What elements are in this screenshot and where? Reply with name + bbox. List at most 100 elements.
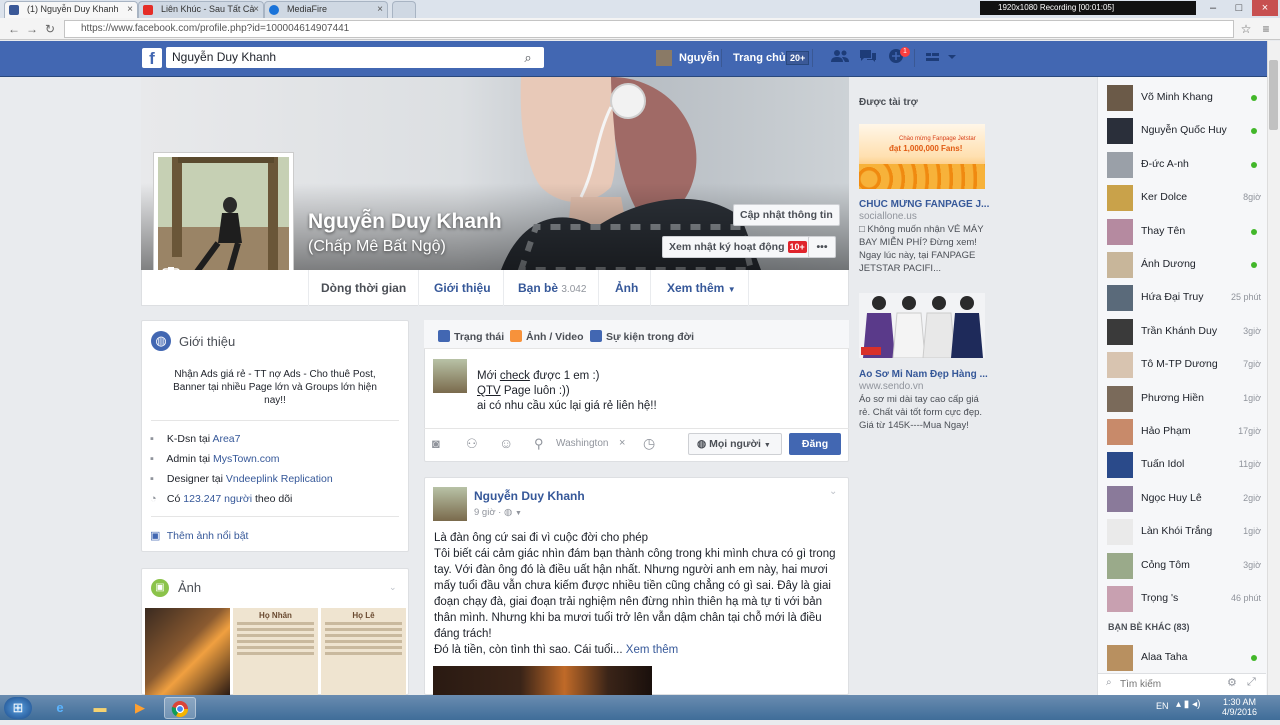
photo-thumbnail[interactable] [145,608,230,695]
gear-icon[interactable]: ⚙ [1227,676,1237,689]
photo-thumbnail[interactable]: Họ Nhân [233,608,318,695]
ad-url[interactable]: sociallone.us [859,211,917,222]
tab-photos[interactable]: Ảnh [603,270,652,306]
ad-banner[interactable]: Chào mừng Fanpage Jetstar đạt 1,000,000 … [859,124,985,189]
chat-contact[interactable]: Trần Khánh Duy 3giờ [1107,318,1261,345]
messages-icon[interactable] [858,48,878,68]
chat-contact[interactable]: Võ Minh Khang [1107,85,1261,111]
post-button[interactable]: Đăng [789,433,841,455]
post-author[interactable]: Nguyễn Duy Khanh [474,489,585,503]
composer-tab-photo[interactable]: Ảnh / Video [510,330,584,343]
chat-contact[interactable]: Phương Hiền 1giờ [1107,385,1261,412]
minimize-icon[interactable]: – [1200,0,1226,16]
search-input[interactable]: Nguyễn Duy Khanh [166,47,544,68]
composer-tab-status[interactable]: Trạng thái [438,330,504,343]
chat-contact[interactable]: Ánh Dương [1107,252,1261,278]
close-icon[interactable]: × [253,2,259,17]
intro-row-link[interactable]: Area7 [212,433,240,445]
tag-friends-icon[interactable]: ⚇ [466,436,478,452]
url-input[interactable]: https://www.facebook.com/profile.php?id=… [64,20,1234,38]
post-time[interactable]: 9 giờ [474,507,496,518]
search-icon[interactable]: ⌕ [514,47,542,68]
chat-contact[interactable]: Làn Khói Trắng 1giờ [1107,519,1261,546]
camera-icon[interactable]: ◙ [432,436,440,451]
close-icon[interactable]: × [377,2,383,17]
composer-tab-life-event[interactable]: Sự kiện trong đời [590,330,694,343]
media-player-icon[interactable]: ▶ [124,697,156,719]
chat-contact[interactable]: Ngọc Huy Lê 2giờ [1107,485,1261,512]
post-image[interactable] [433,666,652,695]
reload-icon[interactable]: ↻ [42,20,58,38]
caret-down-icon[interactable]: ▼ [515,510,522,517]
chevron-down-icon[interactable]: ⌄ [389,582,397,593]
friend-requests-icon[interactable] [830,48,850,68]
new-tab-button[interactable] [392,1,416,18]
ad-title[interactable]: CHÚC MỪNG FANPAGE J... [859,199,989,210]
tab-timeline[interactable]: Dòng thời gian [308,270,420,306]
chat-contact[interactable]: Hứa Đại Truy 25 phút [1107,285,1261,312]
chevron-down-icon[interactable]: ⌄ [829,486,837,497]
profile-link[interactable]: Nguyễn [679,50,719,66]
tab-friends[interactable]: Bạn bè 3.042 [506,270,600,306]
back-icon[interactable]: ← [6,20,22,38]
clock[interactable]: 1:30 AM 4/9/2016 [1222,697,1257,717]
see-more-link[interactable]: Xem thêm [626,644,678,656]
photo-thumbnail[interactable]: Họ Lê [321,608,406,695]
chrome-icon[interactable] [164,697,196,719]
intro-row-link[interactable]: 123.247 người [183,493,252,505]
feeling-icon[interactable]: ☺ [499,435,513,451]
internet-explorer-icon[interactable]: e [44,697,76,719]
facebook-logo-icon[interactable]: f [142,48,162,68]
chat-contact[interactable]: Trọng 's 46 phút [1107,586,1261,612]
chat-contact[interactable]: Tuấn Idol 11giờ [1107,452,1261,479]
globe-icon[interactable]: ◍ [504,507,512,518]
tab-more[interactable]: Xem thêm ▼ [655,270,749,306]
audience-selector[interactable]: ◍ Mọi người ▼ [688,433,782,455]
avatar[interactable] [433,487,467,521]
close-icon[interactable]: × [127,2,133,17]
chat-contact[interactable]: Tô M-TP Dương 7giờ [1107,352,1261,379]
scrollbar-thumb[interactable] [1269,60,1278,130]
tray-icons[interactable]: ▴ ▮ ◂) [1176,699,1200,710]
browser-tab-mediafire[interactable]: MediaFire × [264,1,388,18]
maximize-icon[interactable]: □ [1226,0,1252,16]
intro-row-link[interactable]: Vndeeplink Replication [226,473,333,485]
chat-contact[interactable]: Cỏng Tôm 3giờ [1107,552,1261,579]
chat-contact[interactable]: Alaa Taha [1107,645,1261,671]
ad-title[interactable]: Áo Sơ Mi Nam Đẹp Hàng ... [859,369,989,380]
start-button[interactable]: ⊞ [4,697,32,719]
chat-contact[interactable]: Hảo Phạm 17giờ [1107,419,1261,445]
profile-name[interactable]: Nguyễn Duy Khanh [308,210,502,234]
avatar[interactable] [656,50,672,66]
tab-about[interactable]: Giới thiệu [422,270,504,306]
language-indicator[interactable]: EN [1156,701,1169,711]
chat-search-input[interactable] [1120,676,1210,692]
chat-contact[interactable]: Thay Tên [1107,218,1261,245]
composer-textarea[interactable]: Mới check được 1 em :) QTV Page luôn :))… [477,369,837,414]
forward-icon[interactable]: → [24,20,40,38]
more-options-button[interactable]: ••• [808,236,836,258]
add-featured-link[interactable]: ▣ Thêm ảnh nổi bật [150,529,400,543]
clock-date: 4/9/2016 [1222,707,1258,717]
close-window-icon[interactable]: × [1252,0,1278,16]
browser-tab-facebook[interactable]: (1) Nguyễn Duy Khanh × [4,1,138,18]
file-explorer-icon[interactable]: ▬ [84,697,116,719]
location-icon[interactable]: ⚲ [534,436,544,452]
remove-location-icon[interactable]: × [619,437,625,449]
activity-log-button[interactable]: Xem nhật ký hoạt động 10+ [662,236,814,258]
chat-contact[interactable]: Nguyễn Quốc Huy [1107,118,1261,145]
expand-icon[interactable]: ⤢ [1247,676,1256,689]
home-link[interactable]: Trang chủ [733,50,786,66]
clock-icon[interactable]: ◷ [643,435,655,452]
ad-url[interactable]: www.sendo.vn [859,381,923,392]
page-scrollbar[interactable] [1267,41,1280,695]
intro-row-link[interactable]: MysTown.com [213,453,280,465]
browser-tab-youtube[interactable]: Liên Khúc - Sau Tất Cả × [138,1,264,18]
ad-banner[interactable] [859,293,985,358]
chat-contact[interactable]: Ker Dolce 8giờ [1107,185,1261,212]
chat-contact[interactable]: Đ-ức A-nh [1107,151,1261,178]
privacy-shortcuts-icon[interactable] [922,48,962,68]
update-info-button[interactable]: Cập nhật thông tin [733,204,840,226]
bookmark-star-icon[interactable]: ☆ [1238,20,1254,38]
menu-icon[interactable]: ≡ [1258,20,1274,38]
